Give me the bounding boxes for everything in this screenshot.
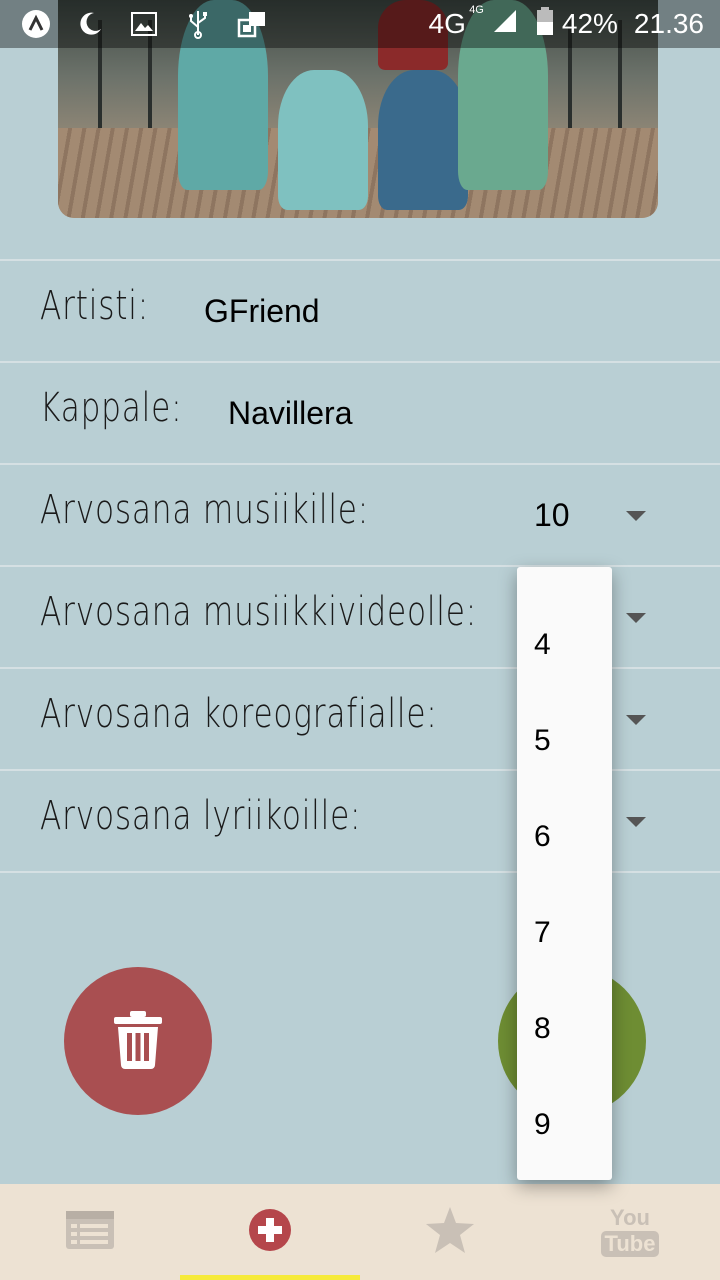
- usb-icon: [182, 8, 214, 40]
- chevron-down-icon[interactable]: [626, 817, 646, 827]
- chevron-down-icon[interactable]: [626, 511, 646, 521]
- app-logo-icon: [20, 8, 52, 40]
- chevron-down-icon[interactable]: [626, 613, 646, 623]
- rating-dropdown-menu[interactable]: 4 5 6 7 8 9: [517, 567, 612, 1180]
- artist-value[interactable]: GFriend: [204, 293, 320, 330]
- song-label: Kappale:: [40, 385, 183, 431]
- video-rating-label: Arvosana musiikkivideolle:: [40, 589, 478, 635]
- star-icon: [425, 1206, 475, 1258]
- network-type: 4G 4G: [428, 4, 484, 39]
- nav-youtube[interactable]: You Tube: [540, 1184, 720, 1280]
- youtube-icon: You Tube: [600, 1207, 660, 1257]
- artist-row: Artisti: GFriend: [0, 259, 720, 361]
- lyrics-rating-row[interactable]: Arvosana lyriikoille:: [0, 769, 720, 871]
- nav-list[interactable]: [0, 1184, 180, 1280]
- dropdown-option[interactable]: 6: [517, 789, 612, 885]
- lyrics-rating-label: Arvosana lyriikoille:: [40, 793, 362, 839]
- plus-circle-icon: [248, 1208, 292, 1256]
- song-row: Kappale: Navillera: [0, 361, 720, 463]
- image-icon: [128, 8, 160, 40]
- choreography-rating-label: Arvosana koreografialle:: [40, 691, 438, 737]
- trash-icon: [110, 1009, 166, 1073]
- dropdown-option[interactable]: 5: [517, 693, 612, 789]
- dropdown-option[interactable]: 8: [517, 981, 612, 1077]
- music-rating-value[interactable]: 10: [534, 497, 570, 534]
- dropdown-option[interactable]: 7: [517, 885, 612, 981]
- video-rating-row[interactable]: Arvosana musiikkivideolle:: [0, 565, 720, 667]
- do-not-disturb-icon: [74, 8, 106, 40]
- nav-favorites[interactable]: [360, 1184, 540, 1280]
- dropdown-option[interactable]: 9: [517, 1077, 612, 1173]
- status-bar: 4G 4G 42% 21.36: [0, 0, 720, 48]
- music-rating-row[interactable]: Arvosana musiikille: 10: [0, 463, 720, 565]
- battery-icon: [536, 6, 554, 43]
- signal-icon: [492, 8, 518, 41]
- delete-button[interactable]: [64, 967, 212, 1115]
- artist-label: Artisti:: [40, 283, 149, 329]
- list-icon: [65, 1210, 115, 1254]
- dropdown-option[interactable]: 4: [517, 597, 612, 693]
- sync-icon: [236, 8, 268, 40]
- chevron-down-icon[interactable]: [626, 715, 646, 725]
- nav-add[interactable]: [180, 1184, 360, 1280]
- choreography-rating-row[interactable]: Arvosana koreografialle:: [0, 667, 720, 769]
- music-rating-label: Arvosana musiikille:: [40, 487, 370, 533]
- clock: 21.36: [633, 8, 704, 39]
- song-value[interactable]: Navillera: [228, 395, 352, 432]
- bottom-navigation: You Tube: [0, 1184, 720, 1280]
- divider: [0, 871, 720, 873]
- battery-percent: 42%: [561, 8, 618, 39]
